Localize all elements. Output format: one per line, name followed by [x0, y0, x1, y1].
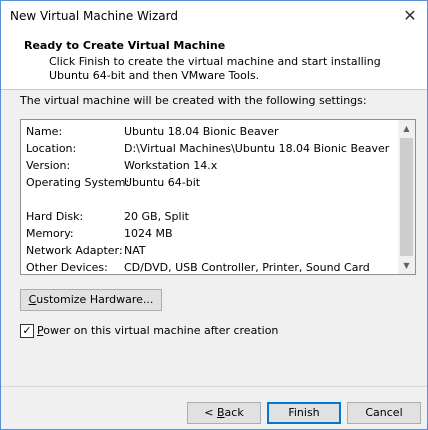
- wizard-window: New Virtual Machine Wizard ✕ Ready to Cr…: [0, 0, 428, 430]
- settings-row: Name: Ubuntu 18.04 Bionic Beaver: [26, 123, 396, 140]
- back-label: ack: [224, 406, 244, 419]
- page-title: Ready to Create Virtual Machine: [24, 39, 226, 52]
- setting-key: Memory:: [26, 227, 74, 240]
- cancel-button[interactable]: Cancel: [347, 402, 421, 424]
- settings-row: Memory: 1024 MB: [26, 225, 396, 242]
- setting-value: Ubuntu 18.04 Bionic Beaver: [124, 125, 279, 138]
- setting-value: Ubuntu 64-bit: [124, 176, 201, 189]
- setting-key: Hard Disk:: [26, 210, 84, 223]
- setting-value: 1024 MB: [124, 227, 173, 240]
- back-prefix: <: [204, 406, 217, 419]
- setting-key: Version:: [26, 159, 71, 172]
- settings-row: Hard Disk: 20 GB, Split: [26, 208, 396, 225]
- setting-key: Name:: [26, 125, 63, 138]
- page-description: Click Finish to create the virtual machi…: [49, 55, 381, 82]
- settings-row: Other Devices: CD/DVD, USB Controller, Pr…: [26, 259, 396, 274]
- setting-key: Network Adapter:: [26, 244, 123, 257]
- title-bar: New Virtual Machine Wizard ✕: [1, 1, 427, 31]
- back-button[interactable]: < Back: [187, 402, 261, 424]
- footer-divider: [1, 386, 427, 387]
- close-icon[interactable]: ✕: [399, 5, 421, 27]
- setting-value: CD/DVD, USB Controller, Printer, Sound C…: [124, 261, 370, 274]
- settings-summary-box[interactable]: Name: Ubuntu 18.04 Bionic Beaver Location:…: [20, 119, 416, 275]
- power-on-checkbox[interactable]: ✓: [20, 324, 34, 338]
- power-on-text: ower on this virtual machine after creat…: [43, 324, 279, 337]
- wizard-header: Ready to Create Virtual Machine Click Fi…: [1, 31, 427, 90]
- scroll-up-icon[interactable]: ▲: [398, 120, 415, 137]
- settings-row: Operating System:Ubuntu 64-bit: [26, 174, 396, 191]
- power-on-label[interactable]: Power on this virtual machine after crea…: [37, 324, 278, 337]
- settings-row: Version: Workstation 14.x: [26, 157, 396, 174]
- setting-key: Other Devices:: [26, 261, 108, 274]
- customize-hardware-button[interactable]: Customize Hardware...: [20, 289, 162, 311]
- setting-key: Operating System:: [26, 176, 130, 189]
- vertical-scrollbar[interactable]: ▲ ▼: [398, 120, 415, 274]
- settings-row: Network Adapter:NAT: [26, 242, 396, 259]
- checkmark-icon: ✓: [22, 324, 32, 337]
- scroll-thumb[interactable]: [400, 138, 413, 256]
- settings-list: Name: Ubuntu 18.04 Bionic Beaver Location:…: [26, 123, 396, 274]
- setting-value: NAT: [124, 244, 146, 257]
- window-title: New Virtual Machine Wizard: [10, 9, 178, 23]
- settings-row: Location: D:\Virtual Machines\Ubuntu 18.0…: [26, 140, 396, 157]
- back-mnemonic: B: [217, 406, 225, 419]
- finish-button[interactable]: Finish: [267, 402, 341, 424]
- setting-value: Workstation 14.x: [124, 159, 218, 172]
- customize-label: ustomize Hardware...: [36, 293, 154, 306]
- setting-value: 20 GB, Split: [124, 210, 189, 223]
- settings-row: [26, 191, 396, 208]
- scroll-down-icon[interactable]: ▼: [398, 257, 415, 274]
- settings-intro: The virtual machine will be created with…: [20, 94, 367, 107]
- setting-value: D:\Virtual Machines\Ubuntu 18.04 Bionic …: [124, 142, 390, 155]
- setting-key: Location:: [26, 142, 77, 155]
